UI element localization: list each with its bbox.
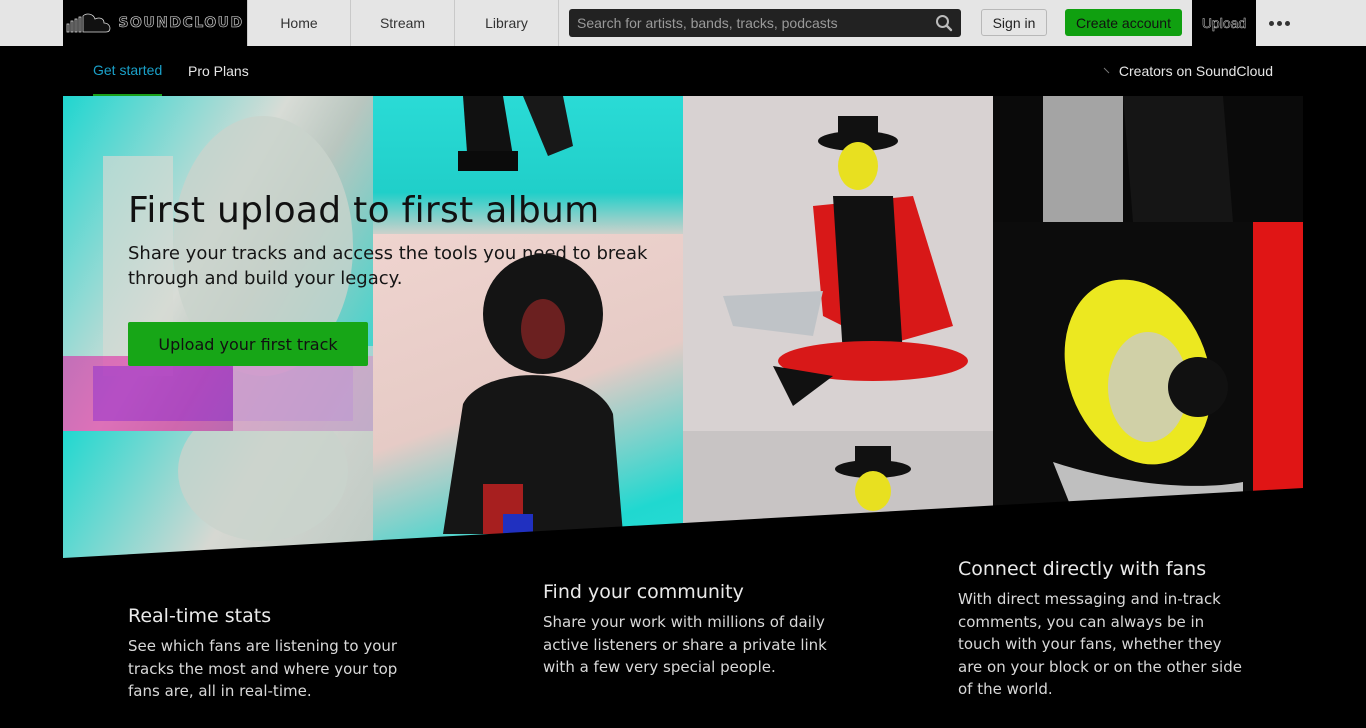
hero-photo-hooded-artist-repeat: [178, 431, 348, 541]
tab-pro-plans[interactable]: Pro Plans: [188, 46, 249, 96]
feature-text: With direct messaging and in-track comme…: [958, 590, 1242, 698]
search-input[interactable]: [569, 9, 961, 37]
feature-find-community: Find your community Share your work with…: [543, 581, 833, 679]
header-inner: SOUNDCLOUD Home Stream Library Sign in C…: [63, 0, 1303, 46]
soundcloud-cloud-icon: [66, 13, 111, 33]
creators-link-label: Creators on SoundCloud: [1118, 63, 1273, 79]
logo-text: SOUNDCLOUD: [118, 15, 244, 32]
upload-button[interactable]: Upload: [1192, 0, 1256, 46]
creator-subnav: Get started Pro Plans Creators on SoundC…: [63, 46, 1303, 96]
hero-image-tile: [63, 431, 373, 558]
nav-home[interactable]: Home: [247, 0, 351, 46]
upload-first-track-button[interactable]: Upload your first track: [128, 322, 368, 366]
external-link-icon: [1103, 67, 1110, 74]
create-account-button[interactable]: Create account: [1065, 9, 1182, 36]
feature-title: Real-time stats: [128, 605, 272, 627]
hero-photo-jacket-closeup: [1043, 96, 1233, 222]
feature-title: Connect directly with fans: [958, 558, 1207, 580]
dot: [1276, 20, 1282, 26]
creators-link[interactable]: Creators on SoundCloud: [1103, 46, 1273, 96]
search-icon[interactable]: [935, 14, 953, 32]
more-dots-icon[interactable]: [1256, 0, 1302, 46]
hero-subtitle: Share your tracks and access the tools y…: [128, 243, 648, 289]
soundcloud-logo[interactable]: SOUNDCLOUD: [63, 0, 247, 46]
dot: [1268, 20, 1274, 26]
hero-image-tile: [683, 96, 993, 431]
feature-title: Find your community: [543, 581, 744, 603]
top-header: SOUNDCLOUD Home Stream Library Sign in C…: [0, 0, 1366, 46]
tab-get-started[interactable]: Get started: [93, 46, 163, 96]
feature-text: Share your work with millions of daily a…: [543, 613, 827, 676]
hero-title: First upload to first album: [128, 190, 600, 231]
nav-library[interactable]: Library: [455, 0, 559, 46]
feature-real-time-stats: Real-time stats See which fans are liste…: [128, 605, 418, 703]
hero-photo-jumping-artist: [723, 116, 968, 406]
features-section: Real-time stats See which fans are liste…: [63, 558, 1303, 728]
nav-stream[interactable]: Stream: [351, 0, 455, 46]
sign-in-button[interactable]: Sign in: [981, 9, 1047, 36]
feature-connect-fans: Connect directly with fans With direct m…: [958, 558, 1248, 701]
feature-text: See which fans are listening to your tra…: [128, 637, 398, 700]
search-bar: [569, 9, 961, 37]
hero-image-tile: [993, 96, 1303, 222]
hero-banner: First upload to first album Share your t…: [63, 96, 1303, 558]
dot: [1284, 20, 1290, 26]
